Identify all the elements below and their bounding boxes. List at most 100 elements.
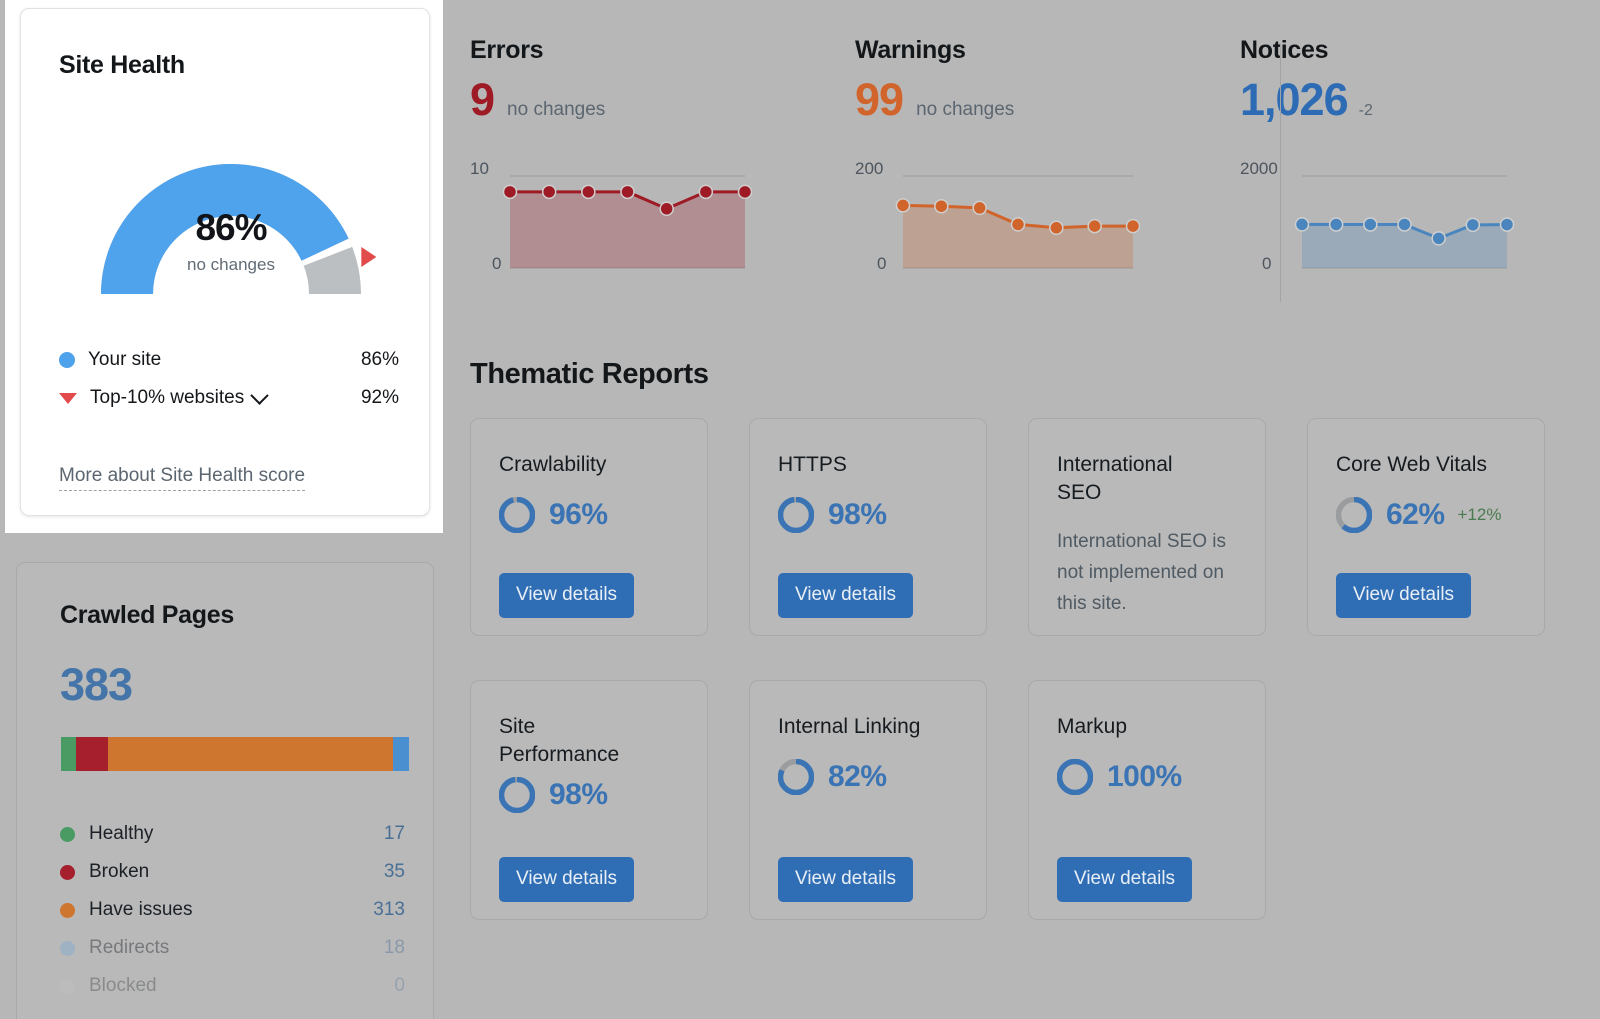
stat-sparkline: 200 0 [855,159,1165,288]
legend-dot-icon [60,902,75,918]
view-details-button[interactable]: View details [499,573,635,618]
bar-segment-redirects [392,737,409,771]
crawled-legend-value: 35 [383,861,405,882]
sparkline-point [1294,217,1310,232]
crawled-legend-value: 18 [383,937,405,958]
thematic-card-percent: 98% [828,498,887,531]
crawled-pages-stacked-bar [61,737,409,771]
sparkline-point [895,198,911,213]
sparkline-point [1328,217,1344,232]
thematic-card-metric: 62% +12% [1336,497,1502,533]
crawled-legend-row[interactable]: Broken 35 [60,853,405,891]
sparkline-svg [1294,175,1515,269]
stat-delta: -2 [1358,102,1373,119]
site-health-score: 86% [195,207,267,248]
sparkline-svg [895,175,1141,269]
legend-label-top10: Top-10% websites [90,387,245,408]
view-details-button[interactable]: View details [778,857,914,902]
sparkline-axis-min: 0 [1262,254,1272,273]
summary-stats: Errors 9 no changes 10 0 Warnings 99 no … [470,36,1580,306]
sparkline-axis-min: 0 [877,254,887,273]
bar-segment-have-issues [108,737,393,771]
sparkline-point [1087,218,1102,234]
sparkline-point [502,184,518,200]
sparkline-point [1465,217,1481,233]
view-details-button[interactable]: View details [778,573,914,618]
thematic-card-metric: 100% [1057,759,1182,795]
crawled-legend-row[interactable]: Blocked 0 [60,967,405,1005]
thematic-card-percent: 100% [1107,760,1182,793]
donut-progress-icon [778,759,814,795]
stat-title: Warnings [855,36,966,64]
benchmark-triangle-icon [59,392,77,404]
your-site-dot-icon [59,352,75,368]
next-section-heading-partial [478,1002,485,1019]
chevron-down-icon[interactable] [250,385,269,405]
site-health-card: Site Health 86% no changes Your site 86% [20,8,430,516]
crawled-legend-label: Healthy [89,823,154,844]
sparkline-point [972,200,987,216]
thematic-card-international-seo: International SEO International SEO is no… [1028,418,1266,636]
crawled-legend-row[interactable]: Have issues 313 [60,891,405,929]
crawled-legend-label: Redirects [89,937,170,958]
sparkline-svg [502,175,753,269]
crawled-legend-row[interactable]: Redirects 18 [60,929,405,967]
sparkline-point [737,184,753,200]
legend-value-top10: 92% [360,387,399,408]
crawled-legend-value: 313 [373,899,405,920]
stat-card-errors: Errors 9 no changes 10 0 [470,36,780,306]
sparkline-point [659,201,674,217]
crawled-legend-label: Blocked [89,975,157,996]
sparkline-axis-min: 0 [492,254,502,273]
more-about-site-health-link[interactable]: More about Site Health score [59,465,306,491]
stat-value: 99 [855,74,904,125]
crawled-pages-legend: Healthy 17 Broken 35 Have issues 313 Redirects… [60,815,405,1005]
sparkline-point [581,184,596,200]
stat-card-notices: Notices 1,026 -2 2000 0 [1240,36,1550,306]
sparkline-axis-max: 2000 [1240,159,1278,178]
sparkline-point [1499,217,1515,232]
sparkline-axis-max: 200 [855,159,884,178]
legend-row-your-site: Your site 86% [59,341,399,379]
crawled-legend-row[interactable]: Healthy 17 [60,815,405,853]
sparkline-point [698,184,714,200]
stat-value: 1,026 [1240,74,1349,125]
crawled-legend-label: Have issues [89,899,193,920]
stat-title: Notices [1240,36,1329,64]
legend-dot-icon [60,940,75,956]
stat-delta: no changes [507,99,606,120]
legend-row-top10-websites[interactable]: Top-10% websites 92% [59,379,399,417]
stat-card-warnings: Warnings 99 no changes 200 0 [855,36,1165,306]
stat-divider [1280,44,1281,302]
thematic-card-percent: 62% [1386,498,1445,531]
stat-sparkline: 10 0 [470,159,780,288]
thematic-card-title: Markup [1057,715,1128,738]
site-health-title: Site Health [59,51,185,79]
view-details-button[interactable]: View details [1057,857,1193,902]
sparkline-point [1397,217,1412,232]
thematic-card-percent: 96% [549,498,608,531]
thematic-card-percent: 82% [828,760,887,793]
donut-progress-icon [778,497,814,533]
bar-segment-healthy [61,737,77,771]
thematic-card-title: HTTPS [778,453,847,476]
stat-sparkline: 2000 0 [1240,159,1550,288]
thematic-card-metric: 96% [499,497,608,533]
view-details-button[interactable]: View details [1336,573,1472,618]
thematic-card-site-performance: Site Performance 98% View details [470,680,708,920]
view-details-button[interactable]: View details [499,857,635,902]
thematic-card-metric: 82% [778,759,887,795]
donut-progress-icon [499,497,535,533]
bar-segment-broken [76,737,109,771]
thematic-card-core-web-vitals: Core Web Vitals 62% +12% View details [1307,418,1545,636]
donut-progress-icon [1336,497,1372,533]
crawled-pages-card: Crawled Pages 383 Healthy 17 Broken 35 Have … [16,562,434,1019]
thematic-card-title: Core Web Vitals [1336,453,1487,476]
thematic-card-description: International SEO is not implemented on … [1057,531,1226,614]
stat-value: 9 [470,74,495,125]
crawled-legend-label: Broken [89,861,150,882]
thematic-card-metric: 98% [499,777,608,813]
donut-progress-icon [1057,759,1093,795]
thematic-card-title: Site Performance [499,715,620,767]
thematic-reports-heading: Thematic Reports [470,358,709,390]
